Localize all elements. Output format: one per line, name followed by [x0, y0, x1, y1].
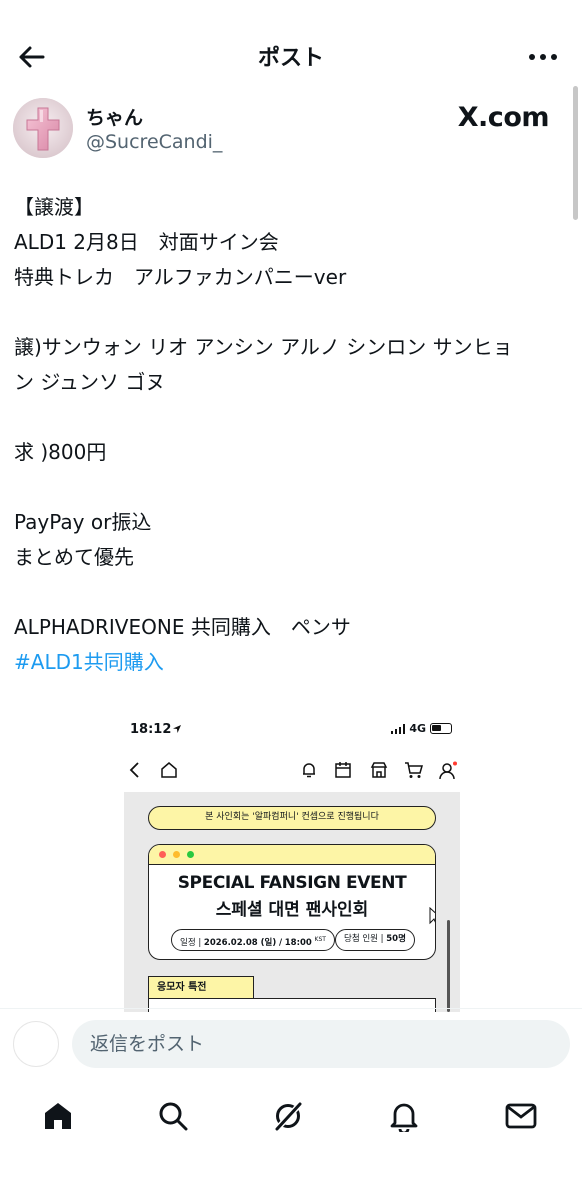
- store-icon: [370, 762, 388, 778]
- my-avatar[interactable]: [13, 1021, 59, 1067]
- status-network: 4G: [390, 722, 452, 735]
- search-icon: [159, 1102, 188, 1131]
- schedule-date: 2026.02.08 (일): [203, 937, 277, 948]
- winners-pill: 당첨 인원 | 50명: [335, 929, 415, 951]
- user-icon: [439, 761, 457, 780]
- reply-input[interactable]: 返信をポスト: [72, 1020, 570, 1068]
- post-text-line: 特典トレカ アルファカンパニーver: [14, 265, 347, 289]
- author-display-name[interactable]: ちゃん: [86, 103, 143, 130]
- dot-red: [159, 851, 166, 858]
- post-text-line: 【譲渡】: [14, 195, 94, 219]
- cart-icon: [405, 762, 423, 778]
- x-brand-text: X.com: [457, 102, 550, 133]
- nav-notifications-button[interactable]: [374, 1090, 434, 1142]
- benefit-content: [148, 998, 436, 1012]
- notifications-icon: [390, 1103, 418, 1132]
- event-title-en: SPECIAL FANSIGN EVENT: [177, 873, 407, 893]
- bottom-nav: [0, 1090, 582, 1150]
- hashtag-link[interactable]: #ALD1共同購入: [14, 645, 570, 680]
- schedule-time: 18:00: [284, 937, 312, 948]
- home-icon: [45, 1103, 71, 1129]
- cursor-icon: [429, 907, 435, 925]
- nav-home-button[interactable]: [28, 1090, 88, 1142]
- winners-label: 당첨 인원 |: [344, 934, 384, 944]
- status-time: 18:12: [130, 722, 172, 737]
- embedded-scrollbar: [447, 920, 450, 1012]
- home-outline-icon: [161, 762, 177, 778]
- more-dots-icon: [529, 54, 557, 60]
- calendar-icon: [335, 762, 351, 778]
- post-text-line: ALPHADRIVEONE 共同購入 ペンサ: [14, 615, 351, 639]
- chevron-left-icon: [129, 762, 139, 778]
- applicant-benefit-tab: 응모자 특전: [148, 976, 254, 1000]
- grok-icon: [273, 1100, 304, 1132]
- post-text-line: 譲)サンウォン リオ アンシン アルノ シンロン サンヒョ: [14, 335, 513, 359]
- bell-outline-icon: [303, 763, 315, 778]
- post-text-line: まとめて優先: [14, 545, 134, 569]
- scrollbar[interactable]: [573, 86, 578, 220]
- location-arrow-icon: [173, 725, 181, 733]
- schedule-pill: 일정 | 2026.02.08 (일) / 18:00 KST: [171, 929, 335, 951]
- nav-messages-button[interactable]: [491, 1090, 551, 1142]
- dot-green: [187, 851, 194, 858]
- divider: [0, 1008, 582, 1009]
- author-handle[interactable]: @SucreCandi_: [86, 131, 222, 153]
- post-text-line: PayPay or振込: [14, 510, 152, 534]
- post-body: 【譲渡】 ALD1 2月8日 対面サイン会 特典トレカ アルファカンパニーver…: [14, 190, 570, 680]
- more-options-button[interactable]: [526, 44, 560, 70]
- embedded-web-nav: [124, 756, 460, 786]
- post-header: ポスト: [0, 0, 582, 110]
- schedule-label: 일정 |: [180, 937, 202, 948]
- author-avatar[interactable]: [13, 98, 73, 158]
- network-type: 4G: [409, 722, 426, 735]
- event-title-ko: 스페셜 대면 팬사인회: [215, 900, 369, 920]
- post-text-line: ン ジュンソ ゴヌ: [14, 370, 166, 394]
- dot-yellow: [173, 851, 180, 858]
- messages-icon: [505, 1103, 537, 1129]
- nav-grok-button[interactable]: [258, 1090, 318, 1142]
- cross-icon: [13, 98, 73, 158]
- signal-icon: [390, 723, 406, 734]
- x-brand-logo: X.com: [457, 102, 550, 133]
- event-card: SPECIAL FANSIGN EVENT 스페셜 대면 팬사인회 일정 | 2…: [148, 844, 436, 960]
- nav-search-button[interactable]: [143, 1090, 203, 1142]
- page-title: ポスト: [257, 46, 324, 71]
- post-text-line: ALD1 2月8日 対面サイン会: [14, 230, 279, 254]
- concept-notice: 본 사인회는 '알파컴퍼니' 컨셉으로 진행됩니다: [148, 806, 436, 830]
- embedded-status-bar: 18:12 4G: [124, 712, 460, 748]
- post-text-line: 求 )800円: [14, 440, 107, 464]
- embedded-page-content: 본 사인회는 '알파컴퍼니' 컨셉으로 진행됩니다 SPECIAL FANSIG…: [124, 792, 460, 1012]
- winners-count: 50명: [386, 934, 406, 944]
- battery-icon: [430, 723, 452, 734]
- schedule-sep: /: [278, 937, 283, 948]
- window-bar: [149, 845, 435, 865]
- attached-image[interactable]: 18:12 4G 본 사인회는 '알파컴퍼니' 컨셉으로 진행됩니다 SPECI…: [124, 712, 460, 1012]
- schedule-tz: KST: [314, 936, 326, 943]
